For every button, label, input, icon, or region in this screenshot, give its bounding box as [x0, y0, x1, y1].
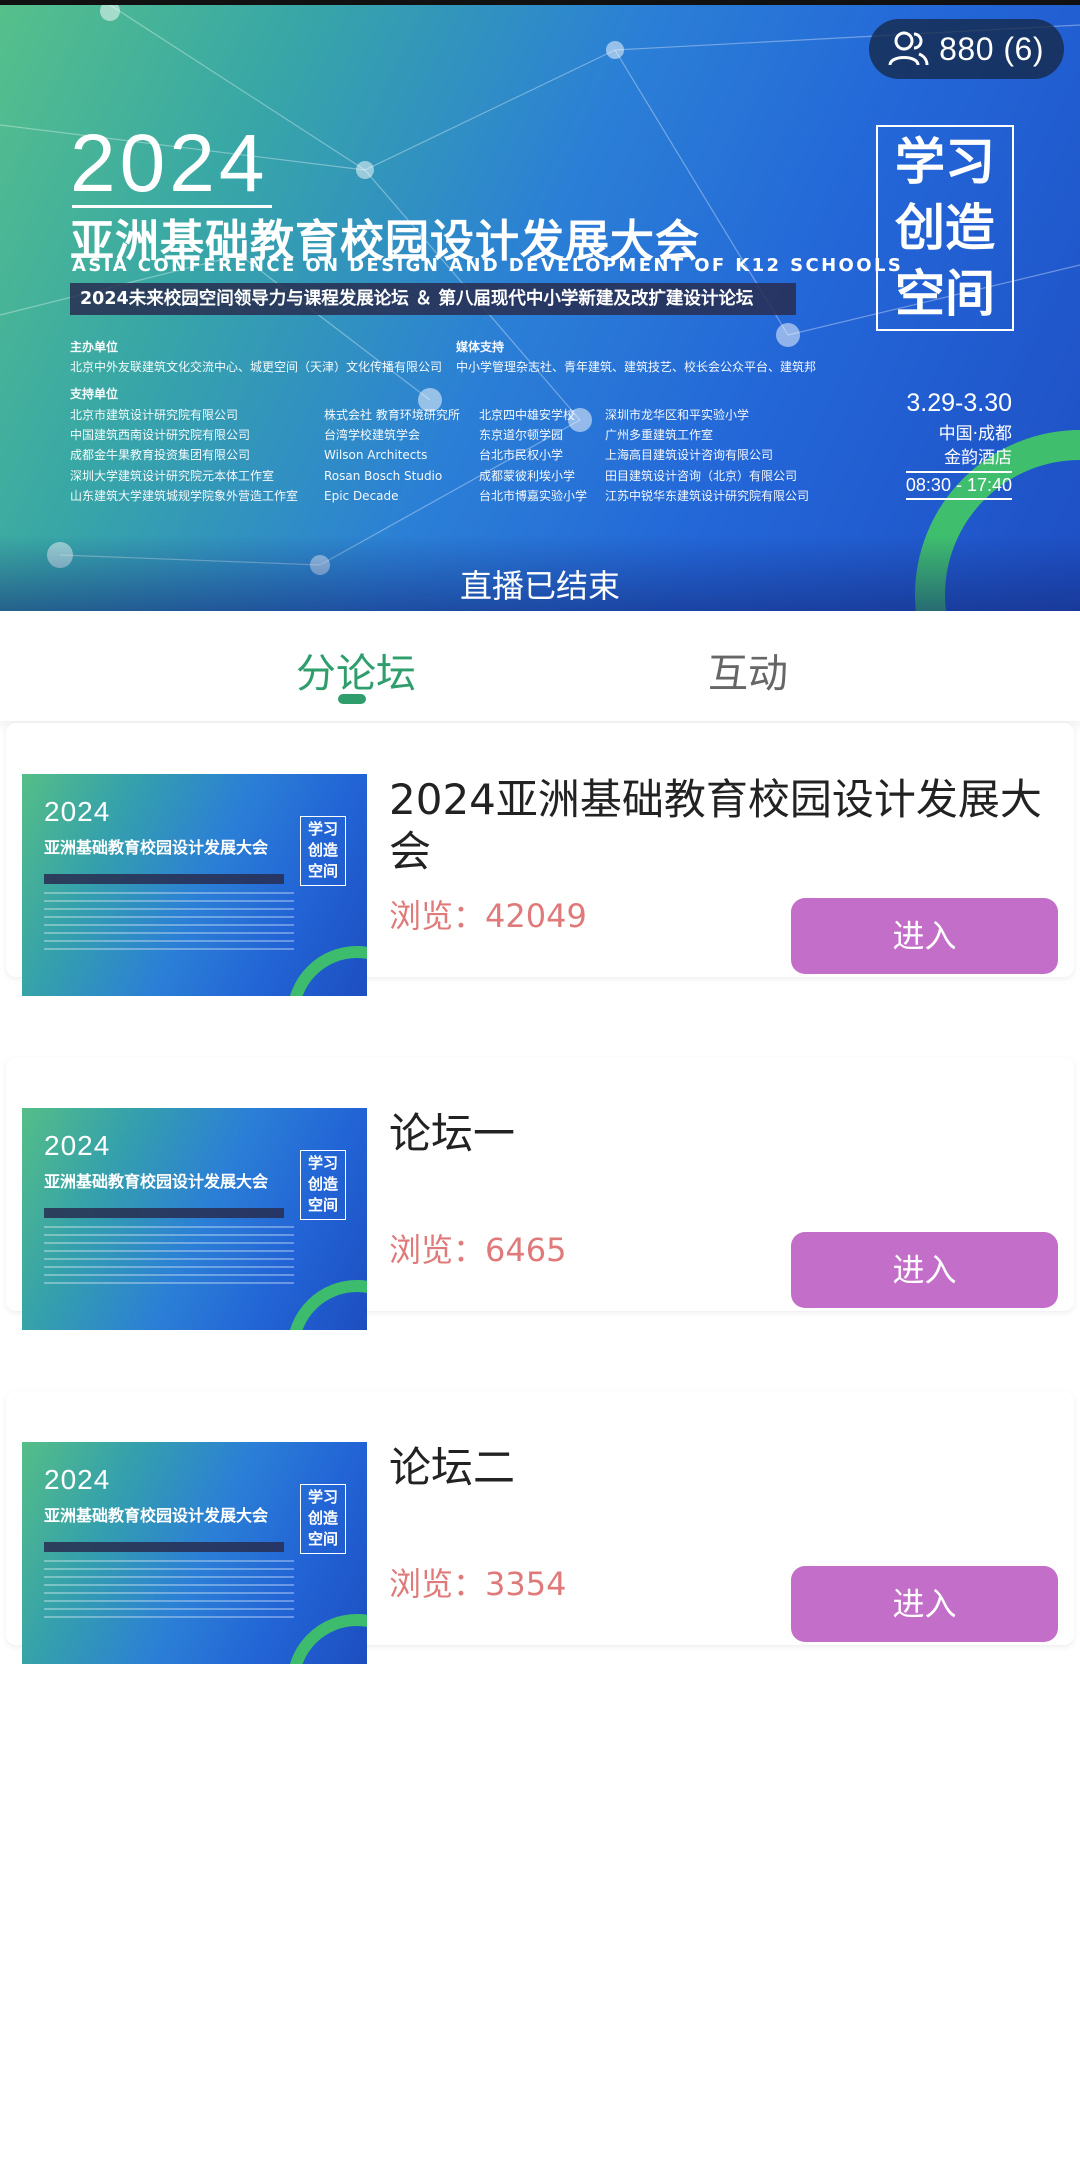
- support-org: 田目建筑设计咨询（北京）有限公司: [605, 469, 798, 483]
- support-org: 北京四中雄安学校: [479, 408, 576, 422]
- thumbnail-arc: [287, 946, 367, 996]
- event-venue: 金韵酒店: [944, 448, 1012, 468]
- forum-card[interactable]: 2024 亚洲基础教育校园设计发展大会 学习创造空间 2024亚洲基础教育校园设…: [6, 723, 1074, 996]
- viewer-count: 880 (6): [939, 30, 1044, 67]
- live-banner[interactable]: 880 (6) 2024 亚洲基础教育校园设计发展大会 ASIA CONFERE…: [0, 5, 1080, 611]
- live-status-text: 直播已结束: [459, 567, 620, 605]
- enter-button[interactable]: 进入: [791, 1232, 1058, 1308]
- thumbnail-motto: 学习创造空间: [300, 1150, 346, 1220]
- support-org: 东京道尔顿学园: [479, 428, 564, 442]
- thumbnail-year: 2024: [44, 1464, 111, 1495]
- host-label: 主办单位: [70, 340, 119, 354]
- thumbnail-motto: 学习创造空间: [300, 1484, 346, 1554]
- users-icon: [888, 31, 929, 66]
- support-org: 深圳市龙华区和平实验小学: [605, 408, 750, 422]
- motto-line: 学习: [895, 133, 995, 191]
- tab-bar: 分论坛 互动: [0, 611, 1080, 721]
- thumbnail-title: 亚洲基础教育校园设计发展大会: [44, 838, 269, 857]
- thumbnail-arc: [287, 1614, 367, 1664]
- thumbnail-year: 2024: [44, 1130, 111, 1161]
- motto-line: 空间: [895, 265, 995, 323]
- enter-button[interactable]: 进入: [791, 1566, 1058, 1642]
- event-hours: 08:30 - 17:40: [905, 471, 1012, 500]
- support-org: 株式会社 教育环境研究所: [324, 408, 460, 422]
- forum-card[interactable]: 2024 亚洲基础教育校园设计发展大会 学习创造空间 论坛二 浏览：3354 进…: [6, 1391, 1074, 1664]
- motto-line: 创造: [895, 199, 995, 257]
- support-org: 台湾学校建筑学会: [324, 428, 421, 442]
- thumbnail-arc: [287, 1280, 367, 1330]
- forum-title: 论坛一: [389, 1109, 516, 1158]
- support-org: 台北市博嘉实验小学: [479, 489, 588, 503]
- media-label: 媒体支持: [456, 340, 505, 354]
- thumbnail-title: 亚洲基础教育校园设计发展大会: [44, 1506, 269, 1525]
- support-org: 台北市民权小学: [479, 448, 564, 462]
- thumbnail-motto: 学习创造空间: [300, 816, 346, 886]
- event-dates: 3.29-3.30: [906, 389, 1012, 417]
- forum-subtitle: 2024未来校园空间领导力与课程发展论坛 ＆ 第八届现代中小学新建及改扩建设计论…: [70, 283, 796, 315]
- support-org: 深圳大学建筑设计研究院元本体工作室: [70, 469, 275, 483]
- view-count: 浏览：6465: [389, 1231, 567, 1269]
- forum-thumbnail[interactable]: 2024 亚洲基础教育校园设计发展大会 学习创造空间: [22, 774, 367, 996]
- forum-card[interactable]: 2024 亚洲基础教育校园设计发展大会 学习创造空间 论坛一 浏览：6465 进…: [6, 1057, 1074, 1330]
- support-org: 成都蒙彼利埃小学: [479, 469, 576, 483]
- tab-sub-forums[interactable]: 分论坛: [296, 641, 416, 699]
- motto-box: 学习 创造 空间: [876, 125, 1014, 331]
- host-text: 北京中外友联建筑文化交流中心、城更空间（天津）文化传播有限公司: [70, 360, 443, 374]
- forum-thumbnail[interactable]: 2024 亚洲基础教育校园设计发展大会 学习创造空间: [22, 1442, 367, 1664]
- view-count: 浏览：42049: [389, 897, 587, 935]
- support-org: 成都金牛果教育投资集团有限公司: [70, 448, 251, 462]
- support-org: 江苏中锐华东建筑设计研究院有限公司: [605, 489, 810, 503]
- support-org: 中国建筑西南设计研究院有限公司: [70, 428, 251, 442]
- thumbnail-year: 2024: [44, 796, 111, 827]
- tab-interaction[interactable]: 互动: [708, 641, 788, 699]
- forum-title: 论坛二: [389, 1443, 516, 1492]
- thumbnail-text-lines: [44, 1226, 294, 1286]
- view-count: 浏览：3354: [389, 1565, 567, 1603]
- thumbnail-bar: [44, 874, 284, 884]
- active-tab-indicator: [338, 694, 366, 704]
- viewer-count-badge[interactable]: 880 (6): [869, 19, 1064, 79]
- thumbnail-title: 亚洲基础教育校园设计发展大会: [44, 1172, 269, 1191]
- support-org: 广州多重建筑工作室: [605, 428, 714, 442]
- support-org: Epic Decade: [324, 489, 399, 503]
- conference-title-en: ASIA CONFERENCE ON DESIGN AND DEVELOPMEN…: [72, 255, 904, 276]
- media-text: 中小学管理杂志社、青年建筑、建筑技艺、校长会公众平台、建筑邦: [456, 360, 817, 374]
- thumbnail-text-lines: [44, 1560, 294, 1620]
- banner-year: 2024: [70, 118, 269, 209]
- enter-button[interactable]: 进入: [791, 898, 1058, 974]
- thumbnail-text-lines: [44, 892, 294, 952]
- forum-title: 2024亚洲基础教育校园设计发展大会: [389, 775, 1042, 876]
- support-label: 支持单位: [70, 387, 119, 401]
- forum-thumbnail[interactable]: 2024 亚洲基础教育校园设计发展大会 学习创造空间: [22, 1108, 367, 1330]
- support-org: Wilson Architects: [324, 448, 428, 462]
- support-org: 上海高目建筑设计咨询有限公司: [605, 448, 774, 462]
- support-org: 山东建筑大学建筑城规学院象外营造工作室: [70, 489, 299, 503]
- support-org: Rosan Bosch Studio: [324, 469, 443, 483]
- thumbnail-bar: [44, 1542, 284, 1552]
- event-city: 中国·成都: [938, 424, 1012, 444]
- support-org: 北京市建筑设计研究院有限公司: [70, 408, 239, 422]
- thumbnail-bar: [44, 1208, 284, 1218]
